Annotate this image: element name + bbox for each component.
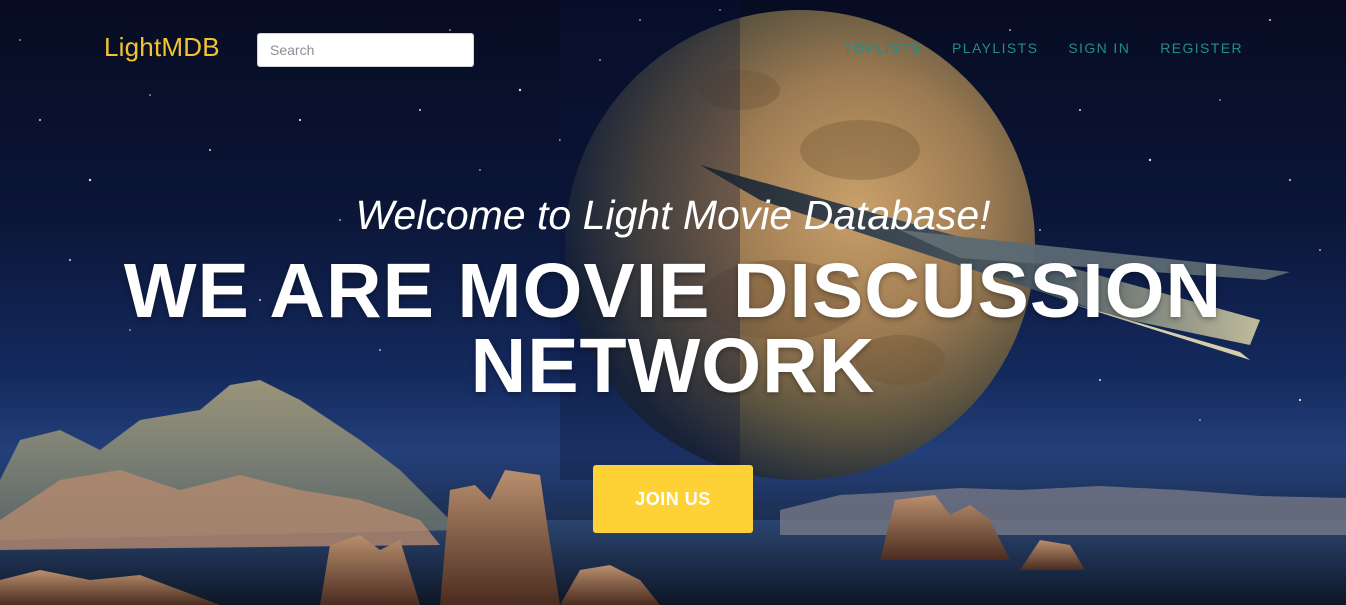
nav-playlists-link[interactable]: PLAYLISTS — [952, 40, 1038, 56]
mountains-right — [780, 486, 1346, 535]
top-navbar: LightMDB TOPLISTS PLAYLISTS SIGN IN REGI… — [0, 0, 1346, 98]
nav-links: TOPLISTS PLAYLISTS SIGN IN REGISTER — [843, 40, 1243, 56]
nav-register-link[interactable]: REGISTER — [1160, 40, 1243, 56]
brand-logo-link[interactable]: LightMDB — [104, 32, 220, 63]
hero-section: LightMDB TOPLISTS PLAYLISTS SIGN IN REGI… — [0, 0, 1346, 605]
welcome-subheading: Welcome to Light Movie Database! — [355, 192, 991, 238]
search-input[interactable] — [257, 33, 474, 67]
hero-headline-line-2: NETWORK — [470, 323, 876, 409]
hero-headline-line-1: WE ARE MOVIE DISCUSSION — [123, 248, 1223, 334]
hero-headline: WE ARE MOVIE DISCUSSION NETWORK — [60, 248, 1286, 409]
nav-sign-in-link[interactable]: SIGN IN — [1068, 40, 1130, 56]
join-us-button[interactable]: JOIN US — [593, 465, 753, 533]
nav-toplists-link[interactable]: TOPLISTS — [843, 40, 922, 56]
